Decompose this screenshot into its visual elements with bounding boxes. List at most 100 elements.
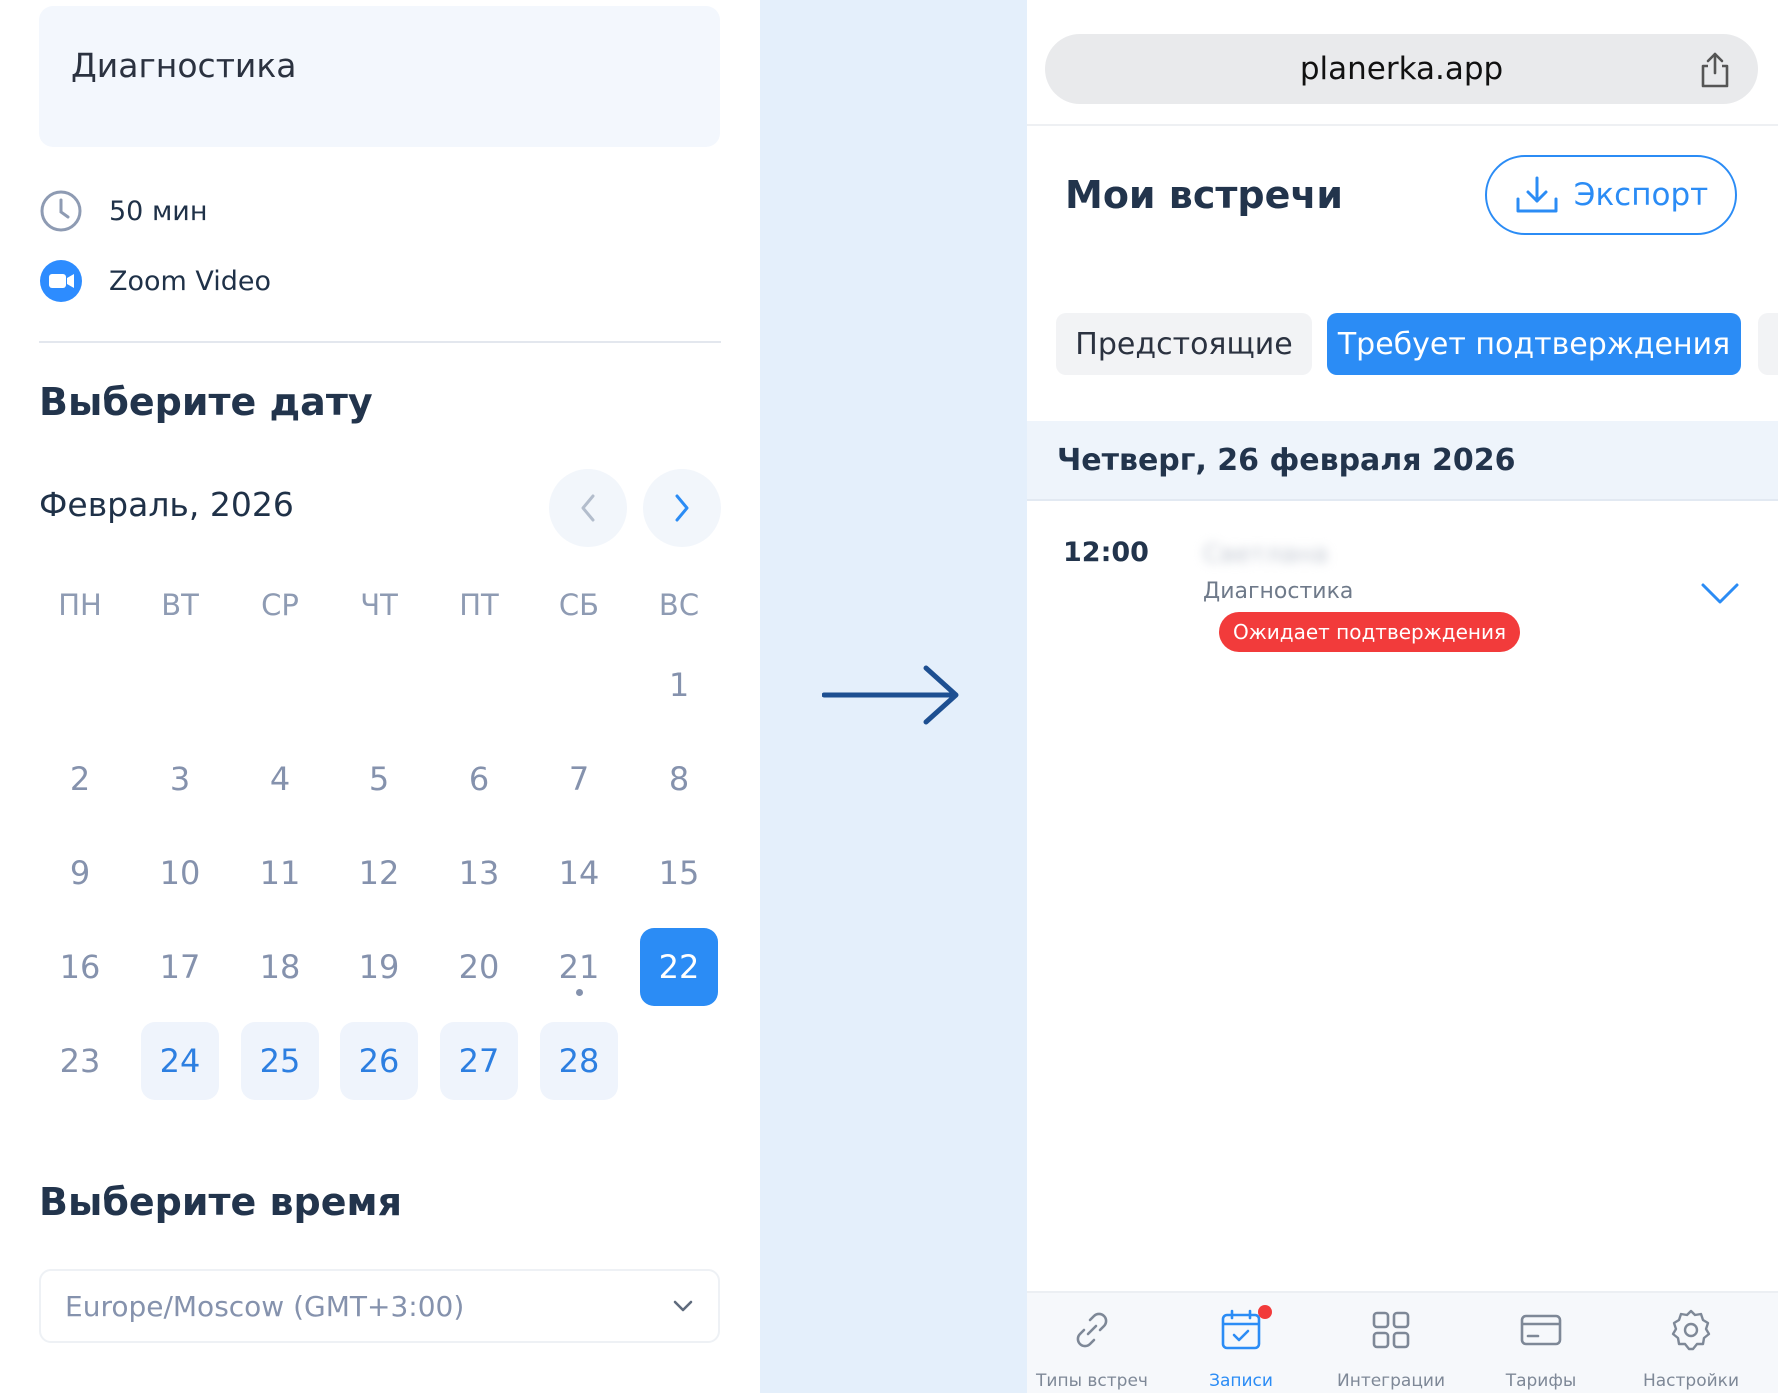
clock-icon bbox=[39, 189, 83, 233]
calendar-day: 11 bbox=[241, 834, 319, 912]
calendar-day-number: 21 bbox=[558, 948, 600, 986]
timezone-select[interactable]: Europe/Moscow (GMT+3:00) bbox=[39, 1269, 720, 1343]
calendar-day[interactable]: 26 bbox=[340, 1022, 418, 1100]
nav-label-bookings: Записи bbox=[1209, 1371, 1273, 1391]
calendar-day: 8 bbox=[640, 740, 718, 818]
calendar-day[interactable]: 27 bbox=[440, 1022, 518, 1100]
meeting-client-name: Светлана bbox=[1203, 539, 1329, 568]
calendar-day-number: 27 bbox=[458, 1042, 500, 1080]
weekday-label: СР bbox=[261, 588, 299, 622]
share-icon[interactable] bbox=[1698, 51, 1732, 93]
date-group-header: Четверг, 26 февраля 2026 bbox=[1027, 421, 1778, 501]
weekday-label: ПТ bbox=[459, 588, 499, 622]
calendar-day-number: 10 bbox=[159, 854, 201, 892]
time-section-title: Выберите время bbox=[39, 1180, 402, 1224]
chevron-down-icon bbox=[673, 1300, 693, 1312]
export-button[interactable]: Экспорт bbox=[1485, 155, 1737, 235]
calendar-day-number: 5 bbox=[368, 760, 390, 798]
bottom-nav: Типы встреч Записи Интеграции Тарифы Нас… bbox=[1027, 1291, 1778, 1393]
calendar-day-number: 19 bbox=[358, 948, 400, 986]
tab-more[interactable] bbox=[1758, 313, 1778, 375]
page-title: Мои встречи bbox=[1065, 173, 1344, 217]
calendar-check-icon bbox=[1221, 1309, 1261, 1350]
calendar-day-number: 24 bbox=[159, 1042, 201, 1080]
divider bbox=[39, 341, 721, 343]
calendar-day: 1 bbox=[640, 646, 718, 724]
calendar-day-number: 6 bbox=[468, 760, 490, 798]
chevron-right-icon bbox=[675, 494, 689, 522]
weekday-label: ПН bbox=[58, 588, 102, 622]
calendar-day: 21 bbox=[540, 928, 618, 1006]
location-row: Zoom Video bbox=[39, 258, 271, 304]
calendar-day: 19 bbox=[340, 928, 418, 1006]
calendar-day: 23 bbox=[41, 1022, 119, 1100]
calendar-day: 6 bbox=[440, 740, 518, 818]
nav-item-bookings[interactable]: Записи bbox=[1166, 1293, 1316, 1393]
calendar-day-number: 14 bbox=[558, 854, 600, 892]
weekday-label: ВТ bbox=[161, 588, 199, 622]
calendar-day: 18 bbox=[241, 928, 319, 1006]
calendar-day-number: 18 bbox=[259, 948, 301, 986]
nav-item-plans[interactable]: Тарифы bbox=[1466, 1293, 1616, 1393]
chevron-down-icon[interactable] bbox=[1699, 580, 1741, 608]
top-separator bbox=[1027, 124, 1778, 126]
calendar-day: 14 bbox=[540, 834, 618, 912]
gear-icon bbox=[1671, 1309, 1711, 1351]
zoom-icon bbox=[39, 259, 83, 303]
nav-item-meeting-types[interactable]: Типы встреч bbox=[1027, 1293, 1167, 1393]
calendar-day: 4 bbox=[241, 740, 319, 818]
status-badge: Ожидает подтверждения bbox=[1219, 612, 1520, 652]
calendar-day: 10 bbox=[141, 834, 219, 912]
duration-row: 50 мин bbox=[39, 188, 208, 234]
timezone-value: Europe/Moscow (GMT+3:00) bbox=[65, 1289, 465, 1323]
calendar-day[interactable]: 28 bbox=[540, 1022, 618, 1100]
calendar-day-number: 3 bbox=[169, 760, 191, 798]
calendar-day: 12 bbox=[340, 834, 418, 912]
nav-label-settings: Настройки bbox=[1642, 1371, 1739, 1391]
calendar-day-number: 9 bbox=[69, 854, 91, 892]
prev-month-button[interactable] bbox=[549, 469, 627, 547]
calendar-day-selected[interactable]: 22 bbox=[640, 928, 718, 1006]
nav-label-plans: Тарифы bbox=[1505, 1371, 1577, 1391]
calendar-day: 16 bbox=[41, 928, 119, 1006]
mobile-app-panel: planerka.app Мои встречи Экспорт Предсто… bbox=[1027, 0, 1778, 1393]
tab-upcoming[interactable]: Предстоящие bbox=[1056, 313, 1312, 375]
booking-panel: Диагностика 50 мин Zoom Video Выберите д… bbox=[0, 0, 760, 1393]
url-bar[interactable]: planerka.app bbox=[1045, 34, 1758, 104]
chevron-left-icon bbox=[581, 494, 595, 522]
calendar-day: 9 bbox=[41, 834, 119, 912]
calendar-day-number: 26 bbox=[358, 1042, 400, 1080]
calendar-day-number: 8 bbox=[668, 760, 690, 798]
calendar-day-number: 13 bbox=[458, 854, 500, 892]
duration-text: 50 мин bbox=[109, 195, 208, 227]
calendar-day-number: 12 bbox=[358, 854, 400, 892]
calendar-day[interactable]: 25 bbox=[241, 1022, 319, 1100]
calendar-day[interactable]: 24 bbox=[141, 1022, 219, 1100]
calendar-day-number: 1 bbox=[668, 666, 690, 704]
calendar-day: 3 bbox=[141, 740, 219, 818]
calendar-day-number: 4 bbox=[269, 760, 291, 798]
today-indicator bbox=[576, 989, 583, 996]
nav-item-integrations[interactable]: Интеграции bbox=[1316, 1293, 1466, 1393]
event-name: Диагностика bbox=[71, 46, 297, 85]
next-month-button[interactable] bbox=[643, 469, 721, 547]
download-icon bbox=[1516, 176, 1558, 213]
calendar-day-number: 20 bbox=[458, 948, 500, 986]
nav-label-meeting-types: Типы встреч bbox=[1036, 1371, 1148, 1391]
calendar-day-number: 15 bbox=[658, 854, 700, 892]
nav-label-integrations: Интеграции bbox=[1336, 1371, 1445, 1391]
calendar-day-number: 17 bbox=[159, 948, 201, 986]
meeting-time: 12:00 bbox=[1063, 537, 1149, 568]
calendar-day-number: 22 bbox=[658, 948, 700, 986]
event-card: Диагностика bbox=[39, 6, 720, 147]
calendar-day: 15 bbox=[640, 834, 718, 912]
nav-item-settings[interactable]: Настройки bbox=[1616, 1293, 1766, 1393]
calendar-day-number: 28 bbox=[558, 1042, 600, 1080]
link-icon bbox=[1076, 1312, 1108, 1348]
weekday-label: ВС bbox=[658, 588, 700, 622]
date-section-title: Выберите дату bbox=[39, 380, 373, 424]
arrow-right-icon bbox=[822, 665, 959, 725]
tab-pending-confirmation[interactable]: Требует подтверждения bbox=[1327, 313, 1741, 375]
calendar-day: 7 bbox=[540, 740, 618, 818]
meeting-type: Диагностика bbox=[1203, 579, 1354, 604]
